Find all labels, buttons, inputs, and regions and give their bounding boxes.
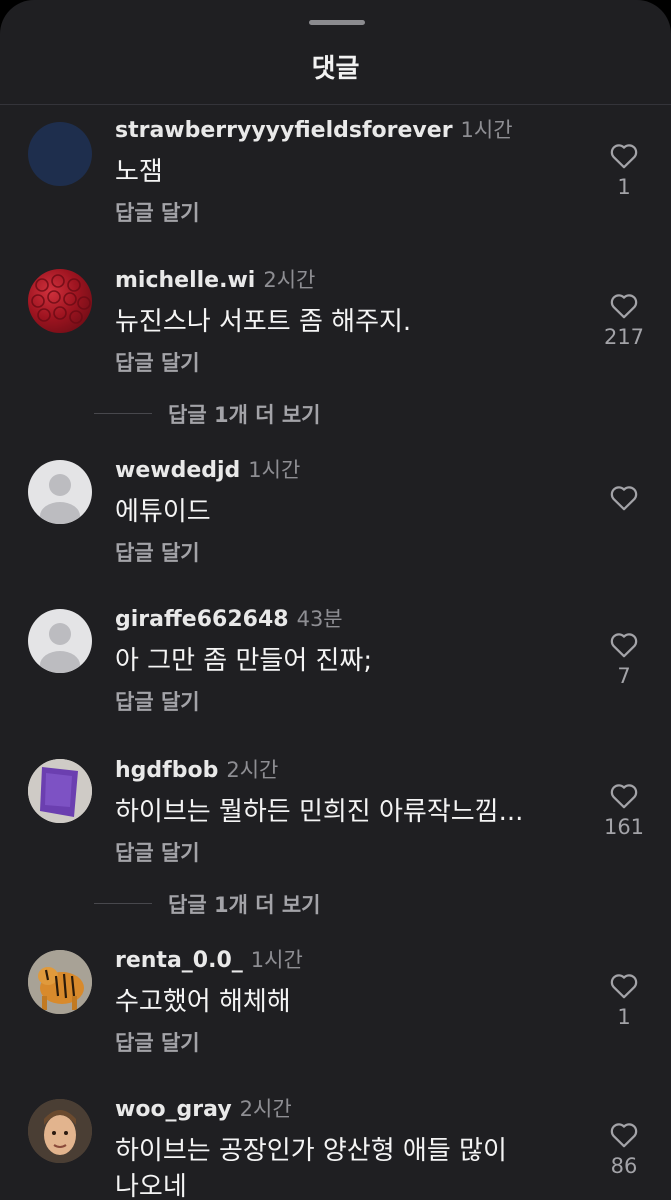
like-count: 86 [610,1154,638,1178]
reply-button[interactable]: 답글 달기 [115,197,200,227]
like-count: 161 [603,815,645,839]
drag-handle[interactable] [309,20,365,25]
comment-meta: giraffe662648 43분 [115,605,343,634]
username[interactable]: woo_gray [115,1097,232,1122]
avatar[interactable] [28,269,92,333]
like-button[interactable]: 7 [598,631,650,688]
comment-text: 에튜이드 [115,497,211,527]
like-button[interactable]: 86 [598,1121,650,1178]
username[interactable]: hgdfbob [115,758,218,783]
header-divider [0,104,671,105]
view-more-replies[interactable]: 답글 1개 더 보기 [94,889,494,917]
comment-time: 1시간 [248,458,301,482]
heart-outline-icon [610,294,638,319]
avatar[interactable] [28,122,92,186]
more-replies-label[interactable]: 답글 1개 더 보기 [168,399,320,429]
like-button[interactable]: 161 [598,782,650,839]
reply-button[interactable]: 답글 달기 [115,686,200,716]
comment-meta: michelle.wi 2시간 [115,266,315,295]
more-replies-line [94,413,152,414]
username[interactable]: michelle.wi [115,268,255,293]
comment-meta: wewdedjd 1시간 [115,456,300,485]
view-more-replies[interactable]: 답글 1개 더 보기 [94,399,494,427]
sheet-title: 댓글 [311,54,360,84]
like-count: 217 [603,325,645,349]
comment-text: 뉴진스나 서포트 좀 해주지. [115,307,412,337]
comment-time: 1시간 [250,948,303,972]
man-face-image [28,1099,92,1163]
comment-time: 2시간 [263,268,316,292]
reply-button[interactable]: 답글 달기 [115,347,200,377]
heart-outline-icon [610,486,638,511]
comment-time: 43분 [296,607,343,631]
heart-outline-icon [610,784,638,809]
avatar[interactable] [28,609,92,673]
like-button[interactable] [598,484,650,517]
comment-meta: strawberryyyyfieldsforever 1시간 [115,116,513,145]
comment-meta: renta_0.0_ 1시간 [115,946,303,975]
like-count: 1 [617,1005,631,1029]
comment-meta: hgdfbob 2시간 [115,756,278,785]
username[interactable]: renta_0.0_ [115,948,243,973]
reply-button[interactable]: 답글 달기 [115,537,200,567]
avatar[interactable] [28,759,92,823]
heart-outline-icon [610,974,638,999]
roses-image [31,274,91,324]
default-person-icon [40,474,80,524]
avatar[interactable] [28,460,92,524]
comment-time: 1시간 [460,118,513,142]
heart-outline-icon [610,144,638,169]
comment-text: 노잼 [115,157,163,187]
more-replies-line [94,903,152,904]
avatar[interactable] [28,950,92,1014]
like-count: 7 [617,664,631,688]
like-count: 1 [617,175,631,199]
heart-outline-icon [610,633,638,658]
comment-time: 2시간 [226,758,279,782]
more-replies-label[interactable]: 답글 1개 더 보기 [168,889,320,919]
heart-outline-icon [610,1123,638,1148]
default-person-icon [40,623,80,673]
like-button[interactable]: 217 [598,292,650,349]
avatar[interactable] [28,1099,92,1163]
comment-meta: woo_gray 2시간 [115,1095,292,1124]
comments-sheet: 댓글 strawberryyyyfieldsforever 1시간 노잼 답글 달… [0,0,671,1200]
username[interactable]: strawberryyyyfieldsforever [115,118,453,143]
username[interactable]: giraffe662648 [115,607,289,632]
like-button[interactable]: 1 [598,142,650,199]
username[interactable]: wewdedjd [115,458,240,483]
like-button[interactable]: 1 [598,972,650,1029]
comment-text: 하이브는 공장인가 양산형 애들 많이 나오네 [115,1136,507,1200]
tiger-image [28,950,92,1014]
comment-text: 하이브는 뭘하든 민희진 아류작느낌... [115,797,524,827]
reply-button[interactable]: 답글 달기 [115,1027,200,1057]
purple-canvas-image [28,759,92,823]
comment-time: 2시간 [239,1097,292,1121]
comment-text: 아 그만 좀 만들어 진짜; [115,646,373,676]
reply-button[interactable]: 답글 달기 [115,837,200,867]
comment-text: 수고했어 해체해 [115,987,291,1017]
